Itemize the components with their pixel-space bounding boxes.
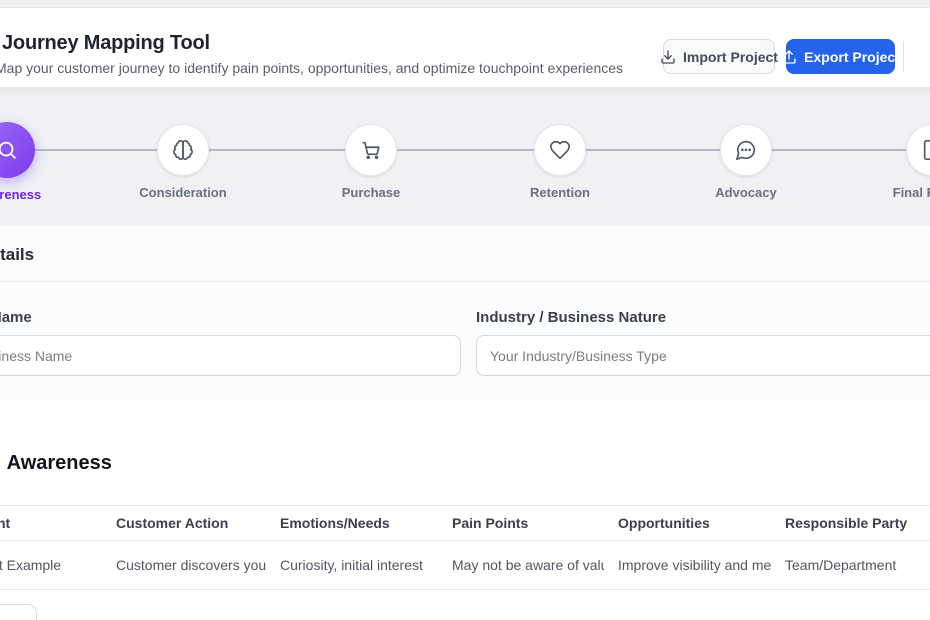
stage-retention[interactable]: Retention [490,122,630,200]
stage-label: Awareness [0,187,77,202]
download-icon [660,49,676,65]
export-project-label: Export Project [804,49,900,65]
stage-purchase[interactable]: Purchase [301,122,441,200]
add-row-button[interactable] [0,604,37,620]
table-row: Touchpoint Example Customer discovers yo… [0,541,930,590]
journey-stage-stepper: Awareness Consideration Purchase [0,87,930,227]
cart-icon [345,124,397,176]
upload-icon [781,49,797,65]
col-header-customer-action: Customer Action [102,515,266,531]
import-project-button[interactable]: Import Project [663,39,775,74]
col-header-touchpoint: Touchpoint [0,515,102,531]
header-divider [903,41,904,72]
export-project-button[interactable]: Export Project [786,39,895,74]
search-icon [0,122,35,178]
page-top-strip [0,0,930,8]
stage-final-review[interactable]: Final Review [862,122,930,200]
document-icon [906,124,930,176]
stage-awareness-section: Stage 1: Awareness Touchpoint Customer A… [0,401,930,620]
cell-opportunities[interactable]: Improve visibility and messaging [604,557,771,573]
stage-awareness[interactable]: Awareness [0,122,77,202]
heart-icon [534,124,586,176]
col-header-pain-points: Pain Points [438,515,604,531]
page-title: Journey Mapping Tool [2,32,210,55]
stage-section-title: Stage 1: Awareness [0,452,112,475]
brain-icon [157,124,209,176]
industry-label: Industry / Business Nature [476,309,666,326]
industry-field[interactable] [476,335,930,376]
journey-mapping-app: Journey Mapping Tool Map your customer j… [0,0,930,620]
stage-label: Purchase [301,185,441,200]
col-header-emotions-needs: Emotions/Needs [266,515,438,531]
cell-responsible-party[interactable]: Team/Department [771,557,930,573]
business-name-label: Business Name [0,309,32,326]
project-details-title: Project Details [0,245,34,265]
cell-emotions-needs[interactable]: Curiosity, initial interest [266,557,438,573]
import-project-label: Import Project [683,49,778,65]
stage-label: Final Review [862,185,930,200]
page-subtitle: Map your customer journey to identify pa… [0,60,623,76]
chat-bubble-icon [720,124,772,176]
col-header-opportunities: Opportunities [604,515,771,531]
cell-pain-points[interactable]: May not be aware of value proposition [438,557,604,573]
stage-label: Advocacy [676,185,816,200]
table-header-row: Touchpoint Customer Action Emotions/Need… [0,505,930,541]
section-divider [0,281,930,282]
cell-customer-action[interactable]: Customer discovers your brand [102,557,266,573]
stage-consideration[interactable]: Consideration [113,122,253,200]
stage-label: Retention [490,185,630,200]
stage-advocacy[interactable]: Advocacy [676,122,816,200]
stage-label: Consideration [113,185,253,200]
col-header-responsible-party: Responsible Party [771,515,930,531]
touchpoint-table: Touchpoint Customer Action Emotions/Need… [0,505,930,590]
cell-touchpoint[interactable]: Touchpoint Example [0,557,102,573]
project-details-section: Project Details Business Name Industry /… [0,226,930,402]
app-header: Journey Mapping Tool Map your customer j… [0,8,930,87]
business-name-field[interactable] [0,335,461,376]
